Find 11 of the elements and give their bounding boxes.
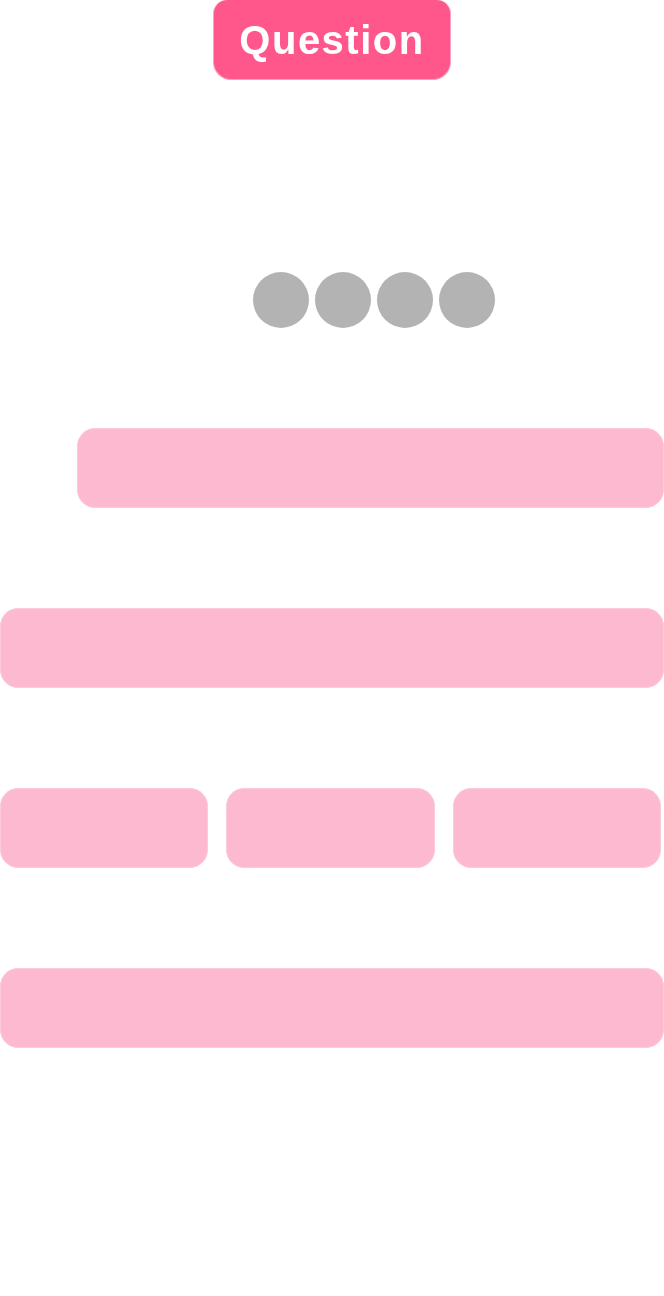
answer-box[interactable] bbox=[0, 968, 664, 1048]
dot-icon bbox=[315, 272, 371, 328]
answer-box[interactable] bbox=[226, 788, 435, 868]
dot-icon bbox=[253, 272, 309, 328]
title-tag: Question bbox=[213, 0, 451, 80]
dot-icon bbox=[377, 272, 433, 328]
answer-box[interactable] bbox=[77, 428, 664, 508]
dot-icon bbox=[439, 272, 495, 328]
answer-box[interactable] bbox=[0, 608, 664, 688]
answer-box[interactable] bbox=[0, 788, 209, 868]
answer-box[interactable] bbox=[452, 788, 661, 868]
